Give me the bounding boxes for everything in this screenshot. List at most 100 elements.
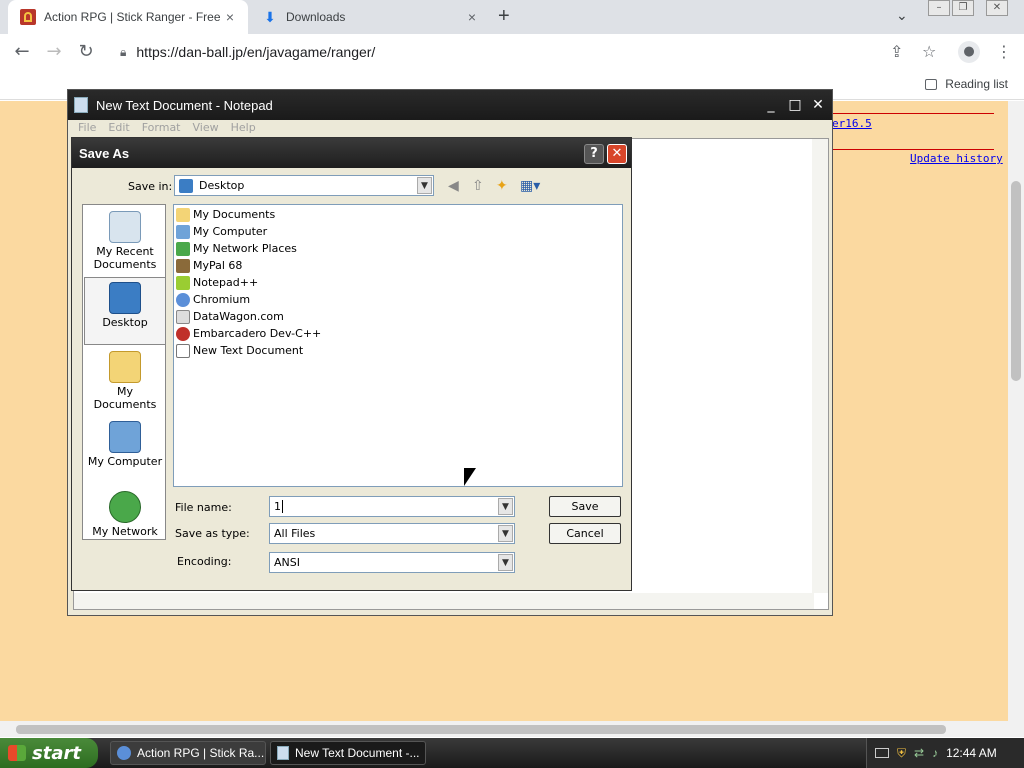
chevron-down-icon[interactable]: ▼ (498, 554, 513, 571)
chromium-icon (176, 292, 190, 307)
back-arrow-icon[interactable]: ← (10, 40, 34, 64)
tab-stick-ranger[interactable]: Action RPG | Stick Ranger - Free ga × (8, 0, 248, 34)
encoding-dropdown[interactable]: ANSI ▼ (269, 552, 515, 573)
save-as-type-dropdown[interactable]: All Files ▼ (269, 523, 515, 544)
forward-arrow-icon[interactable]: → (42, 40, 66, 64)
save-button[interactable]: Save (549, 496, 621, 517)
system-tray: ⛨ ⇄ ♪ 12:44 AM (866, 738, 1024, 768)
profile-avatar-icon[interactable]: ● (958, 41, 980, 63)
computer-icon (176, 224, 190, 239)
bookmark-star-icon[interactable]: ☆ (922, 42, 936, 61)
keyboard-icon[interactable] (875, 748, 889, 758)
text-file-icon (176, 343, 190, 358)
security-shield-icon[interactable]: ⛨ (897, 746, 906, 761)
version-link[interactable]: er16.5 (832, 117, 872, 130)
tab-strip: Action RPG | Stick Ranger - Free ga × ⬇ … (0, 0, 1024, 34)
place-my-computer[interactable]: My Computer (84, 417, 166, 485)
list-item[interactable]: DataWagon.com (176, 308, 284, 325)
update-history-link[interactable]: Update history (910, 152, 1003, 165)
restore-icon[interactable]: ❐ (952, 0, 974, 16)
network-icon[interactable]: ⇄ (914, 746, 924, 760)
file-list[interactable]: My Documents My Computer My Network Plac… (173, 204, 623, 487)
save-in-dropdown[interactable]: Desktop ▼ (174, 175, 434, 196)
close-tab-icon[interactable]: × (464, 9, 480, 25)
list-item[interactable]: Notepad++ (176, 274, 258, 291)
desktop-icon (179, 178, 193, 193)
tab-downloads[interactable]: ⬇ Downloads × (250, 0, 490, 34)
list-item[interactable]: MyPal 68 (176, 257, 242, 274)
vertical-scrollbar[interactable] (812, 139, 828, 593)
list-item[interactable]: New Text Document (176, 342, 303, 359)
menu-format[interactable]: Format (142, 120, 181, 136)
reload-icon[interactable]: ↻ (74, 40, 98, 64)
maximize-icon[interactable]: □ (786, 96, 804, 114)
new-tab-button[interactable]: + (498, 5, 510, 28)
list-item[interactable]: My Computer (176, 223, 267, 240)
place-recent-documents[interactable]: My Recent Documents (84, 207, 166, 275)
start-button[interactable]: start (0, 738, 98, 768)
scroll-thumb[interactable] (16, 725, 946, 734)
chevron-down-icon[interactable]: ▼ (498, 525, 513, 542)
file-name: MyPal 68 (193, 259, 243, 272)
place-desktop[interactable]: Desktop (84, 277, 166, 345)
shortcut-icon (176, 275, 190, 290)
up-folder-icon[interactable]: ⇧ (472, 178, 484, 194)
place-label: My Documents (93, 385, 157, 411)
reading-list-button[interactable]: Reading list (925, 77, 1008, 91)
url-text: https://dan-ball.jp/en/javagame/ranger/ (136, 44, 376, 60)
close-window-icon[interactable]: ✕ (986, 0, 1008, 16)
notepad-title: New Text Document - Notepad (96, 97, 273, 113)
menu-view[interactable]: View (193, 120, 219, 136)
menu-edit[interactable]: Edit (108, 120, 129, 136)
close-button[interactable]: ✕ (607, 144, 627, 164)
volume-icon[interactable]: ♪ (932, 746, 938, 760)
divider (830, 113, 994, 114)
place-my-network[interactable]: My Network (84, 487, 166, 555)
dan-ball-favicon-icon (20, 9, 36, 25)
cancel-button[interactable]: Cancel (549, 523, 621, 544)
close-icon[interactable]: ✕ (809, 96, 827, 114)
tab-search-chevron-icon[interactable]: ⌄ (896, 8, 908, 24)
recent-documents-icon (109, 211, 141, 243)
download-icon: ⬇ (264, 9, 276, 25)
close-tab-icon[interactable]: × (222, 9, 238, 25)
text-cursor (282, 500, 283, 513)
menu-file[interactable]: File (78, 120, 96, 136)
address-bar[interactable]: 🔒︎ https://dan-ball.jp/en/javagame/range… (110, 37, 950, 67)
list-item[interactable]: My Network Places (176, 240, 297, 257)
tab-title: Action RPG | Stick Ranger - Free ga (44, 10, 222, 24)
menu-kebab-icon[interactable]: ⋮ (996, 42, 1012, 61)
views-menu-icon[interactable]: ▦▾ (520, 178, 540, 194)
menu-help[interactable]: Help (231, 120, 256, 136)
chromium-icon (117, 746, 131, 760)
scroll-thumb[interactable] (1011, 181, 1021, 381)
shortcut-icon (176, 258, 190, 273)
help-button[interactable]: ? (584, 144, 604, 164)
minimize-icon[interactable]: _ (762, 96, 780, 114)
back-icon[interactable]: ◀ (448, 178, 459, 194)
chevron-down-icon[interactable]: ▼ (498, 498, 513, 515)
list-item[interactable]: My Documents (176, 206, 275, 223)
new-folder-icon[interactable]: ✦ (496, 178, 508, 194)
minimize-icon[interactable]: – (928, 0, 950, 16)
share-icon[interactable]: ⇪ (890, 42, 903, 61)
taskbar-item-notepad[interactable]: New Text Document -... (270, 741, 426, 765)
clock: 12:44 AM (946, 746, 997, 760)
windows-logo-icon (8, 745, 26, 761)
notepad-titlebar[interactable]: New Text Document - Notepad (68, 90, 832, 120)
page-vertical-scrollbar[interactable] (1008, 101, 1024, 721)
screen: Action RPG | Stick Ranger - Free ga × ⬇ … (0, 0, 1024, 768)
place-my-documents[interactable]: My Documents (84, 347, 166, 415)
horizontal-scrollbar[interactable] (74, 593, 814, 609)
file-name: Notepad++ (193, 276, 259, 289)
list-item[interactable]: Embarcadero Dev-C++ (176, 325, 321, 342)
save-as-titlebar[interactable]: Save As (72, 138, 631, 168)
file-name: My Documents (193, 208, 276, 221)
chevron-down-icon[interactable]: ▼ (417, 177, 432, 194)
network-icon (176, 241, 190, 256)
file-name-input[interactable]: 1 ▼ (269, 496, 515, 517)
encoding-label: Encoding: (177, 555, 232, 568)
taskbar-item-chromium[interactable]: Action RPG | Stick Ra... (110, 741, 266, 765)
page-horizontal-scrollbar[interactable] (0, 721, 1024, 737)
list-item[interactable]: Chromium (176, 291, 250, 308)
